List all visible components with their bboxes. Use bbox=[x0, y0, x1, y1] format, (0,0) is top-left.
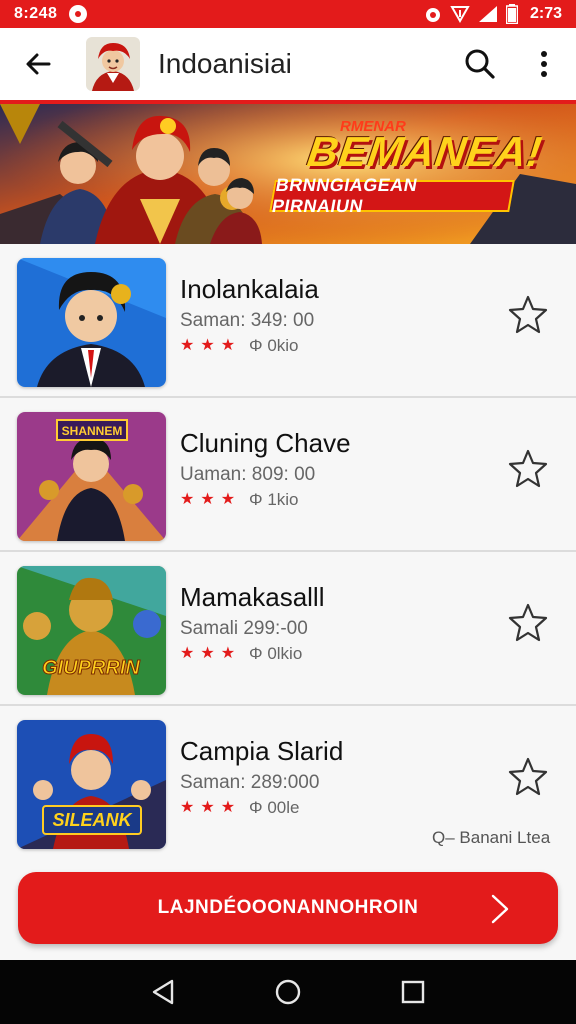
alarm-icon bbox=[425, 8, 440, 22]
rating-text: Φ 0lkio bbox=[249, 644, 303, 663]
back-arrow-icon bbox=[26, 53, 51, 75]
rating-text: Φ 0kio bbox=[249, 336, 299, 355]
favorite-button[interactable] bbox=[506, 600, 550, 644]
item-thumbnail: SILEANK bbox=[17, 720, 166, 849]
network-icon bbox=[450, 6, 470, 23]
star-icon: ★ bbox=[220, 337, 236, 354]
item-thumbnail: SHANNEM bbox=[17, 412, 166, 541]
list-item[interactable]: GIUPRRIN Mamakasalll Samali 299:-00 ★ ★ … bbox=[0, 552, 576, 706]
star-icon: ★ bbox=[180, 799, 195, 816]
primary-action-button[interactable]: LAJNDÉOOONANNOHROIN bbox=[18, 872, 558, 944]
star-icon: ★ bbox=[180, 337, 195, 354]
star-icon: ★ bbox=[180, 645, 195, 662]
item-rating: ★ ★ ★ Φ 00le bbox=[180, 798, 299, 818]
chevron-right-icon bbox=[491, 894, 509, 924]
nav-back-button[interactable] bbox=[139, 968, 187, 1016]
item-title: Mamakasalll bbox=[180, 582, 325, 612]
status-bar: 8:248 2:73 bbox=[0, 0, 576, 28]
triangle-back-icon bbox=[152, 979, 173, 1005]
item-rating: ★ ★ ★ Φ 1kio bbox=[180, 490, 299, 510]
rating-text: Φ 00le bbox=[249, 798, 300, 817]
favorite-button[interactable] bbox=[506, 292, 550, 336]
item-meta: Uaman: 809: 00 bbox=[180, 464, 316, 485]
system-nav-bar bbox=[0, 960, 576, 1024]
signal-icon bbox=[478, 6, 497, 22]
nav-recents-button[interactable] bbox=[389, 968, 437, 1016]
app-bar: Indoanisiai bbox=[0, 28, 576, 104]
star-outline-icon bbox=[508, 603, 548, 642]
favorite-button[interactable] bbox=[506, 446, 550, 490]
star-icon: ★ bbox=[200, 491, 215, 508]
app-screen: 8:248 2:73 Indoanisiai RMENAR BEMANEA! B… bbox=[0, 0, 576, 1024]
status-time: 8:248 bbox=[14, 5, 58, 22]
item-meta: Samali 299:-00 bbox=[180, 618, 308, 639]
star-icon: ★ bbox=[220, 491, 236, 508]
notification-dot-icon bbox=[69, 5, 88, 23]
battery-icon bbox=[505, 4, 518, 24]
page-title: Indoanisiai bbox=[158, 48, 292, 79]
square-recents-icon bbox=[402, 980, 425, 1004]
footer-note: Q– Banani Ltea bbox=[432, 828, 551, 847]
thumb-label: GIUPRRIN bbox=[42, 657, 140, 679]
item-title: Cluning Chave bbox=[180, 428, 351, 458]
item-rating: ★ ★ ★ Φ 0kio bbox=[180, 336, 299, 356]
cta-label: LAJNDÉOOONANNOHROIN bbox=[157, 897, 419, 918]
rating-value: 0kio bbox=[267, 336, 299, 355]
banner-title: BEMANEA! bbox=[304, 128, 546, 175]
star-icon: ★ bbox=[220, 645, 236, 662]
avatar bbox=[86, 37, 140, 91]
item-rating: ★ ★ ★ Φ 0lkio bbox=[180, 644, 302, 664]
star-icon: ★ bbox=[200, 337, 215, 354]
item-title: Campia Slarid bbox=[180, 736, 344, 766]
rating-value: 1kio bbox=[267, 490, 299, 509]
star-icon: ★ bbox=[200, 645, 215, 662]
circle-home-icon bbox=[275, 979, 301, 1005]
thumb-label: SHANNEM bbox=[62, 424, 123, 438]
nav-home-button[interactable] bbox=[264, 968, 312, 1016]
item-meta: Saman: 349: 00 bbox=[180, 310, 315, 331]
thumb-label: SILEANK bbox=[52, 810, 133, 830]
star-icon: ★ bbox=[200, 799, 215, 816]
promo-banner[interactable]: RMENAR BEMANEA! BRNNGIAGEAN PIRNAIUN bbox=[0, 104, 576, 244]
banner-subtitle: BRNNGIAGEAN PIRNAIUN bbox=[269, 175, 515, 216]
search-button[interactable] bbox=[448, 26, 512, 102]
back-button[interactable] bbox=[0, 26, 76, 102]
status-clock: 2:73 bbox=[529, 5, 562, 22]
favorite-button[interactable] bbox=[506, 754, 550, 798]
cta-area: LAJNDÉOOONANNOHROIN bbox=[0, 860, 576, 960]
item-thumbnail bbox=[17, 258, 166, 387]
star-outline-icon bbox=[508, 449, 548, 488]
search-icon bbox=[465, 49, 495, 79]
rating-text: Φ 1kio bbox=[249, 490, 299, 509]
more-vert-icon bbox=[541, 51, 547, 77]
star-icon: ★ bbox=[180, 491, 195, 508]
list-item[interactable]: Inolankalaia Saman: 349: 00 ★ ★ ★ Φ 0kio bbox=[0, 244, 576, 398]
item-meta: Saman: 289:000 bbox=[180, 772, 320, 793]
status-icons: 2:73 bbox=[424, 4, 562, 24]
rating-value: 0lkio bbox=[267, 644, 303, 663]
star-icon: ★ bbox=[220, 799, 236, 816]
app-bar-actions bbox=[448, 26, 576, 102]
game-list: Inolankalaia Saman: 349: 00 ★ ★ ★ Φ 0kio bbox=[0, 244, 576, 860]
rating-value: 00le bbox=[267, 798, 300, 817]
item-thumbnail: GIUPRRIN bbox=[17, 566, 166, 695]
star-outline-icon bbox=[508, 295, 548, 334]
item-title: Inolankalaia bbox=[180, 274, 319, 304]
list-item[interactable]: SHANNEM Cluning Chave Uaman: 809: 00 ★ ★… bbox=[0, 398, 576, 552]
more-options-button[interactable] bbox=[512, 26, 576, 102]
star-outline-icon bbox=[508, 757, 548, 796]
